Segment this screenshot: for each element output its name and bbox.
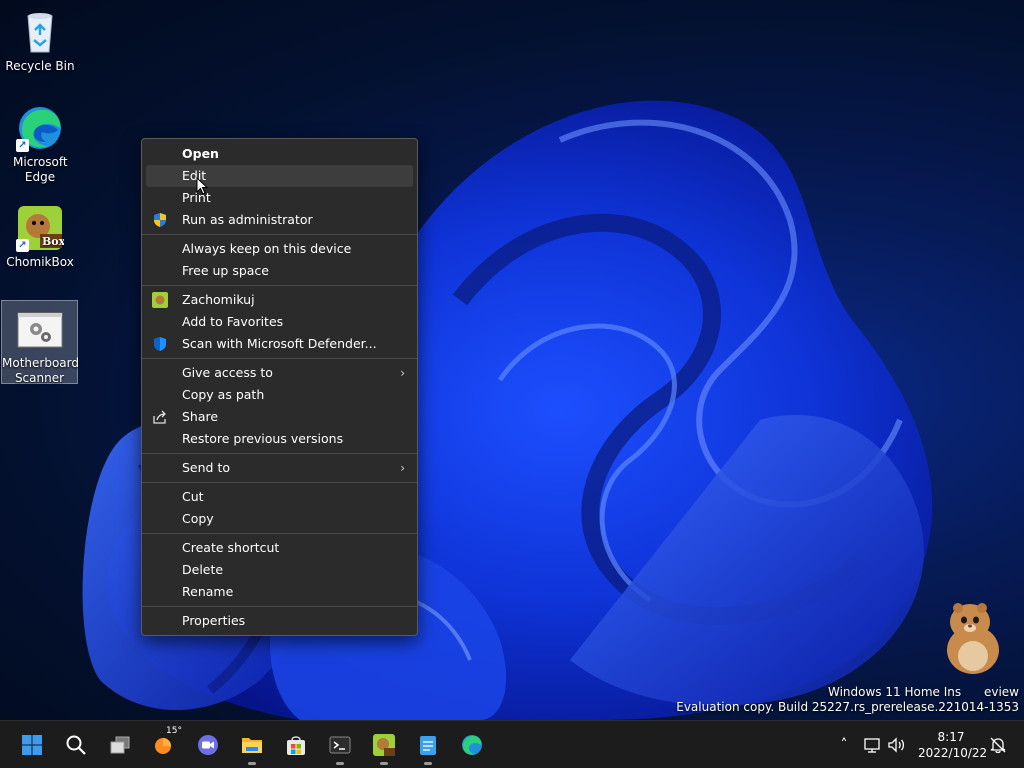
- desktop-icon-recycle-bin[interactable]: Recycle Bin: [2, 4, 78, 76]
- desktop[interactable]: Recycle Bin ↗ Microsoft Edge Box ↗ Chomi…: [0, 0, 1024, 720]
- menu-item-copy[interactable]: Copy: [146, 508, 413, 530]
- menu-item-share[interactable]: Share: [146, 406, 413, 428]
- menu-separator: [142, 285, 417, 286]
- menu-separator: [142, 482, 417, 483]
- chat-camera-icon: [198, 735, 218, 755]
- menu-separator: [142, 358, 417, 359]
- search-button[interactable]: [58, 727, 94, 763]
- menu-item-rename[interactable]: Rename: [146, 581, 413, 603]
- taskbar: 15° ˄ 8:17 2022/10/22: [0, 720, 1024, 768]
- hamster-mascot-icon: [947, 603, 999, 674]
- start-button[interactable]: [14, 727, 50, 763]
- chevron-right-icon: ›: [400, 461, 405, 475]
- menu-item-edit[interactable]: Edit: [146, 165, 413, 187]
- search-icon: [66, 735, 86, 755]
- menu-separator: [142, 453, 417, 454]
- task-view-icon: [110, 736, 130, 754]
- menu-item-create-shortcut[interactable]: Create shortcut: [146, 537, 413, 559]
- notepad-icon: [420, 736, 436, 755]
- notepad-button[interactable]: [410, 727, 446, 765]
- folder-icon: [242, 738, 262, 753]
- chevron-right-icon: ›: [400, 366, 405, 380]
- svg-text:Box: Box: [42, 235, 64, 248]
- clock-time: 8:17: [937, 730, 965, 744]
- defender-shield-icon: [154, 337, 166, 351]
- menu-item-add-to-favorites[interactable]: Add to Favorites: [146, 311, 413, 333]
- desktop-icon-microsoft-edge[interactable]: ↗ Microsoft Edge: [2, 100, 78, 188]
- mouse-cursor-icon: [196, 177, 208, 195]
- terminal-button[interactable]: [322, 727, 358, 765]
- weather-temp: 15°: [166, 726, 182, 736]
- menu-item-always-keep-on-device[interactable]: Always keep on this device: [146, 238, 413, 260]
- context-menu: Open Edit Print Run as administrator Alw…: [141, 138, 418, 636]
- menu-item-zachomikuj[interactable]: Zachomikuj: [146, 289, 413, 311]
- menu-item-free-up-space[interactable]: Free up space: [146, 260, 413, 282]
- menu-item-properties[interactable]: Properties: [146, 610, 413, 632]
- volume-icon[interactable]: [886, 735, 906, 755]
- terminal-icon: [329, 736, 351, 754]
- menu-item-scan-with-defender[interactable]: Scan with Microsoft Defender...: [146, 333, 413, 355]
- menu-item-delete[interactable]: Delete: [146, 559, 413, 581]
- desktop-icon-chomikbox[interactable]: Box ↗ ChomikBox: [2, 200, 78, 272]
- teams-chat-button[interactable]: [190, 727, 226, 763]
- menu-separator: [142, 606, 417, 607]
- menu-item-send-to[interactable]: Send to ›: [146, 457, 413, 479]
- desktop-icon-label: Recycle Bin: [5, 59, 75, 73]
- edge-taskbar-button[interactable]: [454, 727, 490, 763]
- weather-widget-button[interactable]: 15°: [146, 726, 182, 763]
- share-icon: [153, 410, 166, 424]
- show-hidden-icons-chevron-up-icon[interactable]: ˄: [834, 735, 854, 755]
- desktop-icon-label: ChomikBox: [6, 255, 74, 269]
- chomikbox-icon: Box ↗: [16, 204, 66, 252]
- running-indicator: [248, 762, 256, 765]
- motherboard-scanner-icon: [16, 305, 64, 353]
- clock[interactable]: 8:17 2022/10/22: [918, 729, 988, 761]
- desktop-icon-label: Microsoft Edge: [13, 155, 68, 184]
- menu-item-cut[interactable]: Cut: [146, 486, 413, 508]
- edge-icon: ↗: [16, 104, 64, 152]
- windows-logo-icon: [22, 735, 42, 755]
- file-explorer-button[interactable]: [234, 727, 270, 765]
- menu-item-restore-previous-versions[interactable]: Restore previous versions: [146, 428, 413, 450]
- running-indicator: [424, 762, 432, 765]
- recycle-bin-icon: [16, 8, 64, 56]
- running-indicator: [380, 762, 388, 765]
- menu-item-print[interactable]: Print: [146, 187, 413, 209]
- notification-bell-icon[interactable]: [988, 735, 1008, 755]
- menu-item-copy-as-path[interactable]: Copy as path: [146, 384, 413, 406]
- microsoft-store-button[interactable]: [278, 727, 314, 763]
- chomikbox-icon: [373, 734, 395, 756]
- menu-item-open[interactable]: Open: [146, 143, 413, 165]
- uac-shield-icon: [154, 213, 166, 227]
- clock-date: 2022/10/22: [918, 746, 988, 760]
- menu-separator: [142, 234, 417, 235]
- menu-item-run-as-administrator[interactable]: Run as administrator: [146, 209, 413, 231]
- menu-separator: [142, 533, 417, 534]
- weather-sun-icon: [155, 738, 171, 754]
- network-icon[interactable]: [862, 735, 882, 755]
- shortcut-arrow-icon: ↗: [16, 139, 29, 152]
- store-bag-icon: [287, 736, 305, 755]
- build-watermark: Windows 11 Home Ins eview Evaluation cop…: [676, 685, 1019, 714]
- shortcut-arrow-icon: ↗: [16, 239, 29, 252]
- task-view-button[interactable]: [102, 727, 138, 763]
- desktop-icon-motherboard-scanner[interactable]: Motherboard Scanner: [1, 300, 79, 385]
- chomikbox-taskbar-button[interactable]: [366, 727, 402, 765]
- chomikbox-icon: [152, 292, 168, 308]
- running-indicator: [336, 762, 344, 765]
- edge-icon: [462, 735, 482, 755]
- menu-item-give-access-to[interactable]: Give access to ›: [146, 362, 413, 384]
- desktop-icon-label: Motherboard Scanner: [2, 356, 79, 385]
